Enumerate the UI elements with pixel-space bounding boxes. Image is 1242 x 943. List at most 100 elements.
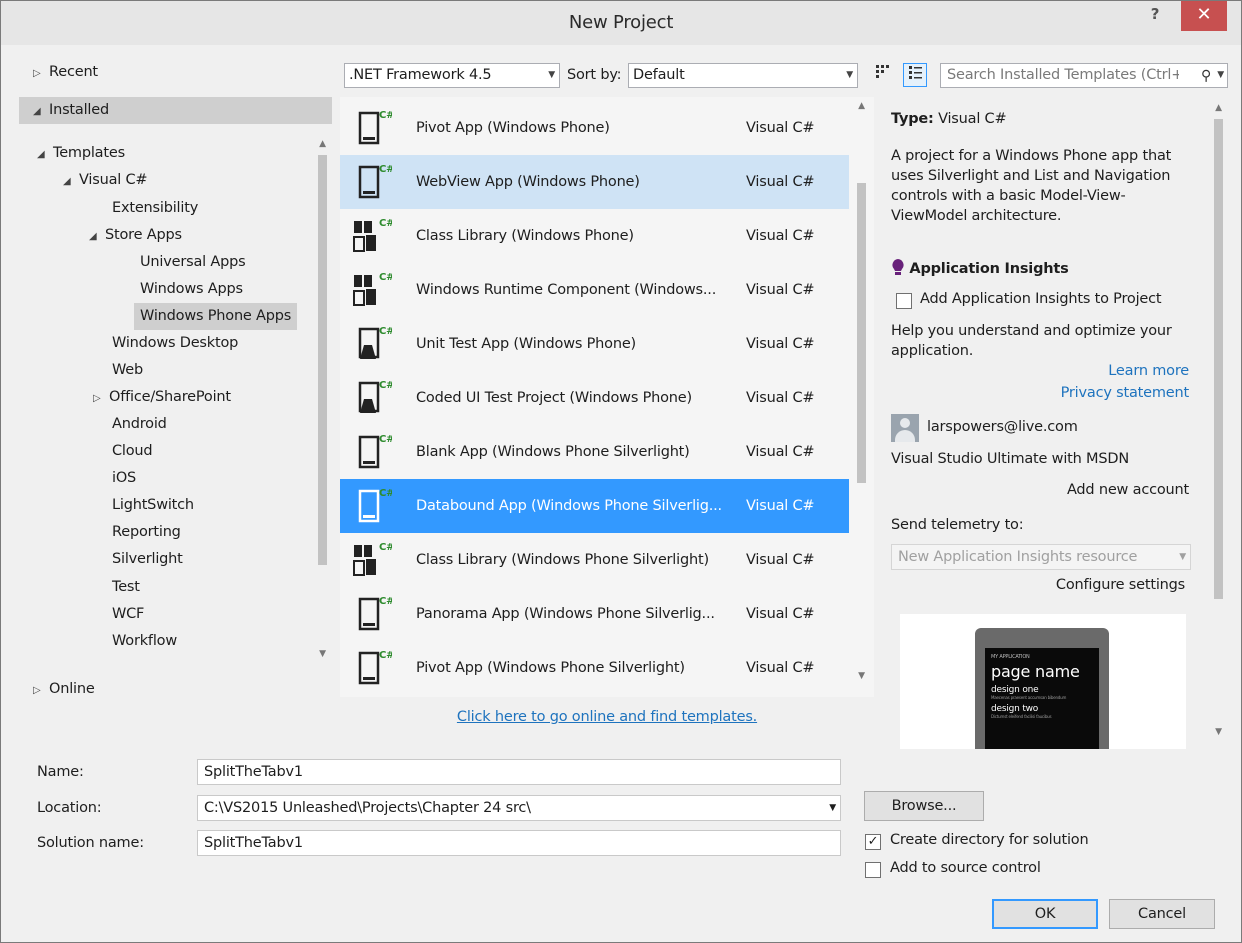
cancel-button[interactable]: Cancel: [1109, 899, 1215, 929]
svg-text:C#: C#: [379, 380, 392, 391]
tree-item-universal-apps[interactable]: Universal Apps: [140, 249, 246, 276]
tree-item-office-sharepoint[interactable]: ▷ Office/SharePoint: [93, 384, 231, 411]
online-templates-link[interactable]: Click here to go online and find templat…: [340, 709, 874, 725]
details-scrollbar[interactable]: ▲ ▼: [1211, 103, 1226, 745]
tree-item-templates[interactable]: ◢ Templates: [37, 140, 125, 167]
template-row[interactable]: C# Pivot App (Windows Phone) Visual C#: [340, 101, 849, 155]
tree-item-wcf[interactable]: WCF: [112, 601, 144, 628]
solution-name-label: Solution name:: [37, 835, 144, 851]
tree-item-reporting[interactable]: Reporting: [112, 519, 181, 546]
solution-name-input[interactable]: SplitTheTabv1: [197, 830, 841, 856]
tree-item-windows-phone-apps[interactable]: Windows Phone Apps: [134, 303, 298, 330]
privacy-statement-link[interactable]: Privacy statement: [1061, 385, 1190, 401]
configure-settings-link[interactable]: Configure settings: [1056, 577, 1185, 593]
source-control-label[interactable]: Add to source control: [890, 860, 1041, 876]
template-row[interactable]: C# Coded UI Test Project (Windows Phone) V…: [340, 371, 849, 425]
title-bar: New Project ? ✕: [1, 1, 1241, 45]
sort-select[interactable]: Default ▼: [628, 63, 858, 88]
insights-title: Application Insights: [909, 261, 1069, 277]
collapse-arrow-icon: ◢: [89, 231, 97, 242]
scroll-down-arrow-icon[interactable]: ▼: [1211, 727, 1226, 737]
tree-item-silverlight[interactable]: Silverlight: [112, 546, 183, 573]
list-view-icon: [909, 66, 922, 79]
learn-more-link[interactable]: Learn more: [1108, 363, 1189, 379]
preview-item-two: design two: [991, 704, 1039, 714]
scrollbar-thumb[interactable]: [1214, 119, 1223, 599]
lightbulb-icon: [892, 259, 904, 275]
chevron-down-icon: ▼: [1179, 552, 1186, 562]
template-row[interactable]: C# Blank App (Windows Phone Silverlight) V…: [340, 425, 849, 479]
tree-scrollbar[interactable]: ▲ ▼: [315, 139, 330, 663]
scroll-up-arrow-icon[interactable]: ▲: [315, 139, 330, 149]
list-view-button[interactable]: [903, 63, 927, 87]
tree-item-cloud[interactable]: Cloud: [112, 438, 153, 465]
create-directory-checkbox[interactable]: ✓: [865, 834, 881, 850]
insights-checkbox-label[interactable]: Add Application Insights to Project: [920, 291, 1162, 307]
location-value: C:\VS2015 Unleashed\Projects\Chapter 24 …: [204, 800, 531, 816]
template-row[interactable]: C# Pivot App (Windows Phone Silverlight) V…: [340, 641, 849, 695]
tree-item-recent[interactable]: ▷ Recent: [33, 59, 98, 86]
databound-app-icon: C#: [352, 485, 395, 527]
template-row[interactable]: C# Class Library (Windows Phone Silverlig…: [340, 533, 849, 587]
template-type: Type: Visual C#: [891, 111, 1007, 127]
template-row[interactable]: C# Unit Test App (Windows Phone) Visual C#: [340, 317, 849, 371]
tree-item-visual-csharp[interactable]: ◢ Visual C#: [63, 167, 148, 194]
scroll-down-arrow-icon[interactable]: ▼: [315, 649, 330, 659]
scroll-up-arrow-icon[interactable]: ▲: [1211, 103, 1226, 113]
template-row[interactable]: C# Class Library (Windows Phone) Visual C#: [340, 209, 849, 263]
browse-button[interactable]: Browse...: [864, 791, 984, 821]
svg-text:C#: C#: [379, 434, 392, 445]
chevron-down-icon: ▼: [846, 70, 853, 80]
tree-item-extensibility[interactable]: Extensibility: [112, 195, 198, 222]
tree-item-lightswitch[interactable]: LightSwitch: [112, 492, 194, 519]
checkmark-icon: ✓: [867, 834, 879, 849]
phone-preview-image: MY APPLICATION page name design one Maec…: [975, 628, 1109, 749]
webview-app-icon: C#: [352, 161, 395, 203]
tree-item-windows-desktop[interactable]: Windows Desktop: [112, 330, 238, 357]
tree-item-workflow[interactable]: Workflow: [112, 628, 177, 655]
tree-item-web[interactable]: Web: [112, 357, 143, 384]
template-row[interactable]: C# Windows Runtime Component (Windows... V…: [340, 263, 849, 317]
template-row[interactable]: C# WebView App (Windows Phone) Visual C#: [340, 155, 849, 209]
svg-text:C#: C#: [379, 650, 392, 661]
create-directory-label[interactable]: Create directory for solution: [890, 832, 1089, 848]
svg-text:C#: C#: [379, 110, 392, 121]
tree-item-label: Visual C#: [79, 172, 148, 188]
scrollbar-thumb[interactable]: [857, 183, 866, 483]
search-templates-input[interactable]: Search Installed Templates (Ctrl+E) ⚲ ▼: [940, 63, 1228, 88]
insights-checkbox[interactable]: [896, 293, 912, 309]
tree-item-online[interactable]: ▷ Online: [33, 676, 95, 703]
ok-button[interactable]: OK: [992, 899, 1098, 929]
scrollbar-thumb[interactable]: [318, 155, 327, 565]
template-row[interactable]: C# Databound App (Windows Phone Silverlig…: [340, 479, 849, 533]
avatar: [891, 414, 919, 442]
tree-item-store-apps[interactable]: ◢ Store Apps: [89, 222, 182, 249]
tree-item-test[interactable]: Test: [112, 574, 140, 601]
source-control-checkbox[interactable]: [865, 862, 881, 878]
template-row[interactable]: C# Panorama App (Windows Phone Silverlig.…: [340, 587, 849, 641]
small-icons-view-button[interactable]: [870, 63, 894, 87]
chevron-down-icon[interactable]: ▼: [829, 796, 836, 820]
collapse-arrow-icon: ◢: [33, 106, 41, 117]
search-icon[interactable]: ⚲: [1201, 65, 1211, 87]
help-button[interactable]: ?: [1135, 1, 1175, 31]
chevron-down-icon[interactable]: ▼: [1217, 64, 1224, 87]
template-language: Visual C#: [746, 552, 815, 568]
scroll-up-arrow-icon[interactable]: ▲: [854, 101, 869, 111]
tree-item-windows-apps[interactable]: Windows Apps: [140, 276, 243, 303]
close-button[interactable]: ✕: [1181, 1, 1227, 31]
framework-select[interactable]: .NET Framework 4.5 ▼: [344, 63, 560, 88]
new-project-dialog: New Project ? ✕ ▷ Recent ◢ Installed ◢ Temp…: [0, 0, 1242, 943]
template-list-scrollbar[interactable]: ▲ ▼: [854, 101, 869, 691]
tree-item-android[interactable]: Android: [112, 411, 167, 438]
scroll-down-arrow-icon[interactable]: ▼: [854, 671, 869, 681]
location-input[interactable]: C:\VS2015 Unleashed\Projects\Chapter 24 …: [197, 795, 841, 821]
name-input[interactable]: SplitTheTabv1: [197, 759, 841, 785]
tree-item-ios[interactable]: iOS: [112, 465, 136, 492]
add-account-link[interactable]: Add new account: [1067, 482, 1189, 498]
tree-item-installed[interactable]: ◢ Installed: [19, 97, 332, 124]
svg-text:C#: C#: [379, 164, 392, 175]
template-name: Coded UI Test Project (Windows Phone): [416, 390, 692, 406]
preview-item-two-sub: Dictumst eleifend facilisi faucibus: [991, 714, 1052, 719]
template-language: Visual C#: [746, 444, 815, 460]
